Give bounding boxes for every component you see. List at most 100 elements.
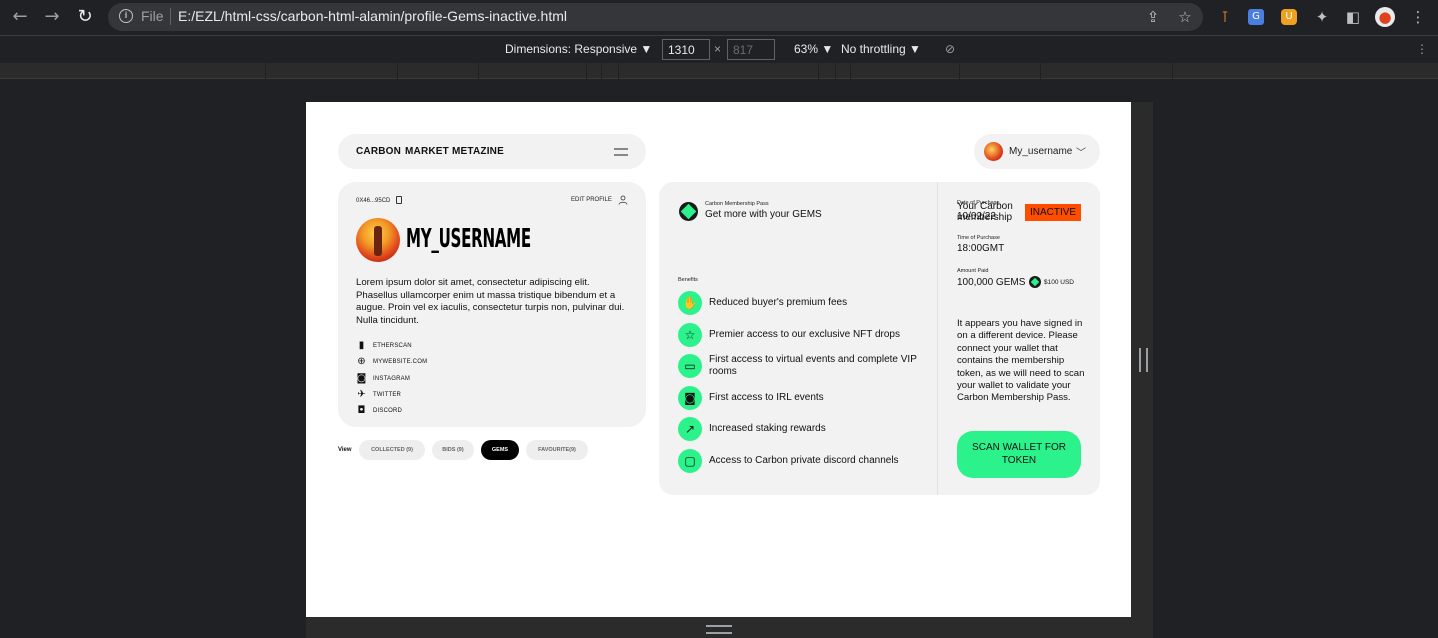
- scan-wallet-button[interactable]: SCAN WALLET FOR TOKEN: [957, 431, 1081, 478]
- edit-profile-link[interactable]: EDIT PROFILE: [571, 197, 612, 203]
- url-text[interactable]: E:/EZL/html-css/carbon-html-alamin/profi…: [178, 8, 567, 24]
- benefit-item: ◙ First access to IRL events: [678, 386, 928, 410]
- social-link-discord[interactable]: ◘ DISCORD: [356, 405, 402, 416]
- card-divider: [937, 182, 938, 495]
- chevron-down-icon: ﹀: [1076, 148, 1086, 159]
- instagram-icon: ◙: [356, 373, 367, 384]
- star-icon: ☆: [678, 323, 702, 347]
- puzzle-icon[interactable]: ✦: [1312, 7, 1332, 27]
- amount-paid: 100,000 GEMS: [957, 277, 1026, 288]
- main-nav: CARBON MARKET METAZINE: [338, 134, 646, 169]
- rotate-icon[interactable]: ⊘: [945, 42, 955, 56]
- pass-subtitle: Get more with your GEMS: [705, 209, 822, 220]
- tab-gems[interactable]: GEMS: [481, 440, 519, 460]
- forward-icon[interactable]: →: [42, 7, 62, 27]
- sidepanel-icon[interactable]: ◧: [1343, 7, 1363, 27]
- benefit-label: First access to virtual events and compl…: [709, 354, 917, 377]
- profile-avatar-icon[interactable]: ●: [1375, 7, 1395, 27]
- gem-icon: [679, 202, 698, 221]
- resize-handle-bottom[interactable]: [306, 617, 1153, 638]
- throttling-dropdown[interactable]: No throttling ▼: [841, 42, 921, 56]
- social-label: INSTAGRAM: [373, 375, 411, 382]
- benefit-label: First access to IRL events: [709, 392, 824, 403]
- device-toolbar: Dimensions: Responsive ▼ 1310 × 817 63% …: [0, 35, 1438, 62]
- social-link-twitter[interactable]: ✈ TWITTER: [356, 389, 401, 400]
- share-icon[interactable]: ⇪: [1143, 7, 1163, 27]
- social-label: DISCORD: [373, 407, 403, 414]
- trend-icon: ↗: [678, 417, 702, 441]
- tab-favourite[interactable]: FAVOURITE(9): [526, 440, 588, 460]
- wallet-notice: It appears you have signed in on a diffe…: [957, 318, 1085, 404]
- benefit-item: ☆ Premier access to our exclusive NFT dr…: [678, 323, 928, 347]
- portrait-icon: ◙: [678, 386, 702, 410]
- twitter-icon: ✈: [357, 389, 366, 400]
- benefit-label: Increased staking rewards: [709, 423, 826, 434]
- user-menu-name: My_username: [1009, 146, 1073, 157]
- back-icon[interactable]: ←: [10, 7, 30, 27]
- info-icon[interactable]: i: [119, 9, 133, 23]
- shield-extension-icon[interactable]: U: [1281, 9, 1297, 25]
- person-icon[interactable]: [618, 195, 628, 205]
- menu-kebab-icon[interactable]: ⋮: [1408, 7, 1428, 27]
- bookmark-star-icon[interactable]: ☆: [1175, 7, 1195, 27]
- amount-usd: $100 USD: [1044, 279, 1074, 286]
- resize-handle-right[interactable]: [1131, 102, 1153, 617]
- height-input[interactable]: 817: [727, 39, 775, 60]
- benefit-item: ✋ Reduced buyer's premium fees: [678, 291, 928, 315]
- tab-collected[interactable]: COLLECTED (9): [359, 440, 425, 460]
- hand-icon: ✋: [678, 291, 702, 315]
- avatar: [984, 142, 1003, 161]
- chat-icon: ▢: [678, 449, 702, 473]
- file-label: File: [141, 8, 164, 24]
- translate-icon[interactable]: G: [1248, 9, 1264, 25]
- time-of-purchase-label: Time of Purchase: [957, 235, 1000, 241]
- chart-bars-icon: ▮: [358, 340, 365, 351]
- status-badge: INACTIVE: [1025, 204, 1081, 221]
- address-separator: [170, 8, 171, 25]
- page-viewport: CARBON MARKET METAZINE My_username ﹀ 0X4…: [306, 102, 1131, 617]
- profile-bio: Lorem ipsum dolor sit amet, consectetur …: [356, 277, 625, 326]
- social-label: ETHERSCAN: [373, 342, 412, 349]
- membership-text: Your Carbon membership: [957, 201, 1013, 223]
- times-sign: ×: [714, 42, 722, 56]
- amount-paid-label: Amount Paid: [957, 268, 989, 274]
- wallet-address: 0X46...95CD: [356, 198, 391, 204]
- view-label: View: [338, 447, 352, 453]
- extension-orange-icon[interactable]: ⊺: [1215, 7, 1235, 27]
- profile-card: 0X46...95CD EDIT PROFILE MY_USERNAME Lor…: [338, 182, 646, 427]
- benefit-label: Reduced buyer's premium fees: [709, 297, 848, 308]
- benefits-heading: Benefits: [678, 277, 698, 283]
- copy-icon[interactable]: [396, 196, 402, 204]
- gem-icon: [1029, 276, 1041, 288]
- width-input[interactable]: 1310: [662, 39, 710, 60]
- profile-username: MY_USERNAME: [406, 224, 531, 254]
- benefit-item: ↗ Increased staking rewards: [678, 417, 928, 441]
- device-menu-icon[interactable]: ⋮: [1416, 42, 1428, 56]
- benefit-label: Premier access to our exclusive NFT drop…: [709, 329, 900, 340]
- social-link-website[interactable]: ⊕ MYWEBSITE.COM: [356, 356, 427, 367]
- user-menu[interactable]: My_username ﹀: [974, 134, 1100, 169]
- tab-bids[interactable]: BIDS (9): [432, 440, 474, 460]
- ticket-icon: ▭: [678, 354, 702, 378]
- browser-toolbar: ← → ↻ i File E:/EZL/html-css/carbon-html…: [0, 0, 1438, 34]
- membership-card: Carbon Membership Pass Get more with you…: [659, 182, 1100, 495]
- nav-link-carbon[interactable]: CARBON: [356, 146, 401, 157]
- pass-title: Carbon Membership Pass: [705, 201, 769, 207]
- media-query-ruler[interactable]: [0, 63, 1438, 79]
- social-label: TWITTER: [373, 391, 402, 398]
- zoom-dropdown[interactable]: 63% ▼: [794, 42, 833, 56]
- reload-icon[interactable]: ↻: [75, 7, 95, 27]
- nav-link-metazine[interactable]: METAZINE: [452, 146, 504, 157]
- social-link-instagram[interactable]: ◙ INSTAGRAM: [356, 373, 410, 384]
- globe-icon: ⊕: [357, 356, 366, 367]
- benefit-item: ▭ First access to virtual events and com…: [678, 354, 928, 378]
- hamburger-menu-icon[interactable]: [614, 148, 628, 156]
- nav-link-market[interactable]: MARKET: [405, 146, 449, 157]
- benefit-label: Access to Carbon private discord channel…: [709, 455, 899, 466]
- social-link-etherscan[interactable]: ▮ ETHERSCAN: [356, 340, 412, 351]
- discord-icon: ◘: [357, 405, 366, 416]
- social-label: MYWEBSITE.COM: [373, 358, 428, 365]
- profile-avatar: [356, 218, 400, 262]
- dimensions-dropdown[interactable]: Dimensions: Responsive ▼: [505, 42, 652, 56]
- time-of-purchase: 18:00GMT: [957, 243, 1005, 254]
